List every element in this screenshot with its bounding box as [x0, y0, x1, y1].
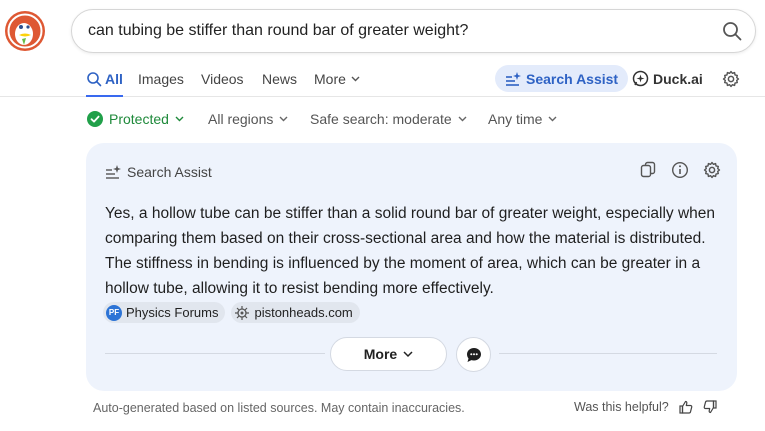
info-icon[interactable]	[671, 161, 689, 179]
source-list: PF Physics Forums pistonheads.com	[103, 302, 360, 323]
search-icon	[87, 72, 102, 87]
protected-label: Protected	[109, 111, 169, 127]
filter-bar: Protected All regions Safe search: moder…	[0, 107, 765, 131]
copy-icon[interactable]	[639, 161, 657, 179]
thumbs-down-icon[interactable]	[703, 400, 717, 414]
time-filter[interactable]: Any time	[488, 107, 557, 131]
tab-label: News	[262, 71, 298, 87]
sparkle-list-icon	[106, 165, 121, 179]
tab-more[interactable]: More	[314, 62, 363, 96]
search-assist-button[interactable]: Search Assist	[495, 65, 629, 92]
tab-label: Images	[138, 71, 184, 87]
duck-logo-icon	[5, 11, 45, 51]
source-label: pistonheads.com	[254, 305, 353, 320]
disclaimer-text: Auto-generated based on listed sources. …	[93, 401, 465, 415]
region-filter[interactable]: All regions	[208, 107, 288, 131]
physics-forums-favicon: PF	[106, 304, 122, 321]
helpful-label: Was this helpful?	[574, 400, 669, 414]
divider-left	[105, 353, 325, 354]
protection-filter[interactable]: Protected	[87, 107, 184, 131]
duck-ai-label: Duck.ai	[653, 70, 703, 87]
time-label: Any time	[488, 111, 543, 127]
chevron-down-icon	[351, 76, 360, 82]
card-actions	[639, 161, 721, 179]
gear-icon[interactable]	[722, 70, 740, 88]
check-circle-icon	[87, 111, 103, 127]
tab-news[interactable]: News	[262, 62, 297, 96]
chevron-down-icon	[548, 116, 557, 122]
search-bar[interactable]	[71, 9, 756, 53]
chat-bubble-icon	[466, 347, 481, 362]
duckduckgo-logo[interactable]	[4, 10, 46, 52]
card-title: Search Assist	[127, 164, 212, 180]
tab-all[interactable]: All	[86, 62, 123, 97]
gear-icon[interactable]	[703, 161, 721, 179]
chat-sparkle-icon	[632, 70, 649, 87]
sparkle-list-icon	[506, 71, 521, 86]
tab-label: All	[105, 71, 123, 87]
more-button[interactable]: More	[330, 337, 447, 371]
tab-videos[interactable]: Videos	[201, 62, 244, 96]
tab-images[interactable]: Images	[138, 62, 184, 96]
source-pistonheads[interactable]: pistonheads.com	[231, 302, 360, 323]
card-header: Search Assist	[105, 163, 212, 181]
chat-followup-button[interactable]	[456, 337, 491, 372]
more-label: More	[363, 346, 398, 362]
thumbs-up-icon[interactable]	[679, 400, 693, 414]
chevron-down-icon	[175, 116, 184, 122]
feedback-row: Was this helpful?	[574, 400, 717, 414]
search-assist-card: Search Assist Yes, a hollow tube can be …	[86, 143, 737, 391]
search-tabs: All Images Videos News More Search Assis…	[0, 62, 765, 97]
source-physics-forums[interactable]: PF Physics Forums	[103, 302, 226, 323]
source-label: Physics Forums	[126, 305, 219, 320]
duck-ai-button[interactable]: Duck.ai	[632, 62, 703, 95]
region-label: All regions	[208, 111, 274, 127]
chevron-down-icon	[279, 116, 288, 122]
chevron-down-icon	[403, 350, 413, 357]
search-assist-label: Search Assist	[526, 70, 619, 87]
safe-search-filter[interactable]: Safe search: moderate	[310, 107, 467, 131]
safe-search-label: Safe search: moderate	[310, 111, 452, 127]
tab-label: Videos	[201, 71, 244, 87]
tab-label: More	[314, 71, 346, 87]
assist-answer: Yes, a hollow tube can be stiffer than a…	[105, 205, 716, 297]
divider-right	[499, 353, 717, 354]
pistonheads-favicon-icon	[234, 305, 250, 321]
chevron-down-icon	[458, 116, 467, 122]
search-input[interactable]	[88, 10, 708, 52]
search-icon[interactable]	[721, 20, 743, 42]
